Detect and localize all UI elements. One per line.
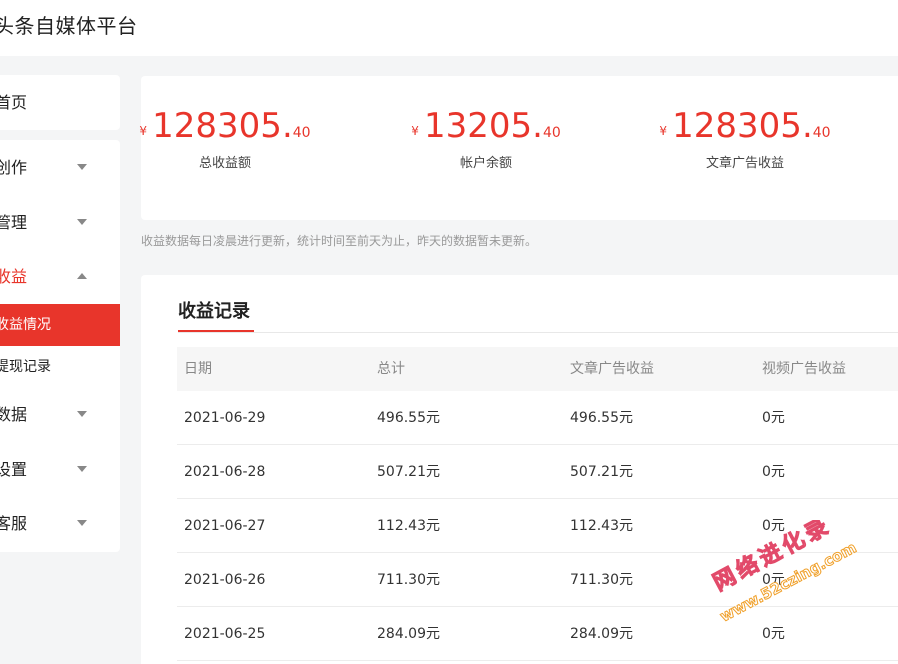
active-tab-underline: [178, 330, 254, 332]
sidebar-item-label: 客服: [0, 514, 28, 533]
sidebar-home-card: 首页: [0, 75, 120, 130]
sidebar-item-create[interactable]: 创作: [0, 148, 120, 188]
cell-date: 2021-06-25: [184, 626, 266, 642]
sidebar-item-label: 设置: [0, 460, 28, 479]
amount-integer: 13205: [423, 106, 533, 146]
stat-caption: 帐户余额: [459, 156, 512, 171]
sidebar-subitem-withdraw-records[interactable]: 提现记录: [0, 346, 120, 388]
income-records-card: 收益记录 日期 总计 文章广告收益 视频广告收益 2021-06-29 496.…: [141, 275, 898, 664]
sidebar-item-label: 首页: [0, 93, 28, 112]
currency-symbol: ¥: [411, 124, 419, 138]
cell-total: 507.21元: [377, 464, 440, 480]
cell-article-ad: 112.43元: [570, 518, 633, 534]
divider: [178, 332, 898, 333]
cell-date: 2021-06-27: [184, 518, 266, 534]
currency-symbol: ¥: [659, 124, 668, 138]
table-row: 2021-06-27 112.43元 112.43元 0元: [177, 499, 898, 553]
sidebar-item-settings[interactable]: 设置: [0, 450, 120, 490]
stat-amount: ¥ 128305.40: [635, 106, 855, 146]
update-notice: 收益数据每日凌晨进行更新，统计时间至前天为止，昨天的数据暂未更新。: [141, 234, 538, 248]
table-row: 2021-06-29 496.55元 496.55元 0元: [177, 391, 898, 445]
table-row: 2021-06-28 507.21元 507.21元 0元: [177, 445, 898, 499]
cell-video-ad: 0元: [762, 572, 785, 588]
stat-caption: 总收益额: [198, 156, 251, 171]
sidebar-item-home[interactable]: 首页: [0, 83, 120, 123]
cell-total: 496.55元: [377, 410, 440, 426]
stat-caption: 文章广告收益: [705, 156, 784, 171]
column-header-video-ad: 视频广告收益: [762, 361, 846, 377]
table-row: 2021-06-25 284.09元 284.09元 0元: [177, 607, 898, 661]
stat-total-income: ¥ 128305.40 总收益额: [115, 106, 335, 171]
sidebar-item-label: 管理: [0, 213, 28, 232]
income-stats-card: ¥ 128305.40 总收益额 ¥ 13205.40 帐户余额 ¥ 12830…: [139, 76, 898, 220]
column-header-article-ad: 文章广告收益: [570, 361, 654, 377]
amount-dot: .: [801, 106, 813, 146]
chevron-down-icon: [77, 164, 87, 170]
sidebar-item-label: 数据: [0, 405, 28, 424]
amount-dot: .: [281, 106, 293, 146]
cell-article-ad: 711.30元: [570, 572, 633, 588]
cell-date: 2021-06-29: [184, 410, 266, 426]
amount-integer: 128305: [672, 106, 802, 146]
sidebar-item-income[interactable]: 收益: [0, 257, 120, 297]
cell-article-ad: 507.21元: [570, 464, 633, 480]
cell-total: 112.43元: [377, 518, 440, 534]
sidebar-subitem-label: 收益情况: [0, 317, 51, 333]
chevron-down-icon: [77, 411, 87, 417]
table-row: 2021-06-26 711.30元 711.30元 0元: [177, 553, 898, 607]
cell-video-ad: 0元: [762, 518, 785, 534]
amount-dot: .: [532, 106, 543, 146]
stat-article-ad-income: ¥ 128305.40 文章广告收益: [635, 106, 855, 171]
sidebar-item-data[interactable]: 数据: [0, 395, 120, 435]
cell-video-ad: 0元: [762, 410, 785, 426]
stat-amount: ¥ 128305.40: [115, 106, 335, 146]
column-header-date: 日期: [184, 361, 212, 377]
sidebar-subitem-income-overview[interactable]: 收益情况: [0, 304, 120, 346]
chevron-down-icon: [77, 520, 87, 526]
cell-total: 284.09元: [377, 626, 440, 642]
chevron-down-icon: [77, 466, 87, 472]
cell-date: 2021-06-28: [184, 464, 266, 480]
sidebar-subitem-label: 提现记录: [0, 359, 51, 375]
stat-account-balance: ¥ 13205.40 帐户余额: [376, 106, 596, 171]
app-title: 头条自媒体平台: [0, 14, 138, 38]
sidebar-item-support[interactable]: 客服: [0, 504, 120, 544]
sidebar-item-manage[interactable]: 管理: [0, 203, 120, 243]
cell-video-ad: 0元: [762, 464, 785, 480]
chevron-up-icon: [77, 273, 87, 279]
amount-decimal: 40: [812, 125, 831, 141]
top-bar: 头条自媒体平台: [0, 0, 898, 56]
amount-decimal: 40: [292, 125, 311, 141]
sidebar-item-label: 创作: [0, 158, 28, 177]
cell-date: 2021-06-26: [184, 572, 266, 588]
sidebar-menu: 创作 管理 收益 收益情况 提现记录 数据 设置 客服: [0, 140, 120, 552]
cell-article-ad: 496.55元: [570, 410, 633, 426]
table-header: 日期 总计 文章广告收益 视频广告收益: [177, 347, 898, 391]
cell-total: 711.30元: [377, 572, 440, 588]
stat-amount: ¥ 13205.40: [376, 106, 596, 146]
column-header-total: 总计: [377, 361, 405, 377]
sidebar-item-label: 收益: [0, 267, 28, 286]
currency-symbol: ¥: [139, 124, 148, 138]
records-title: 收益记录: [178, 301, 250, 322]
amount-decimal: 40: [542, 125, 561, 141]
chevron-down-icon: [77, 219, 87, 225]
cell-article-ad: 284.09元: [570, 626, 633, 642]
cell-video-ad: 0元: [762, 626, 785, 642]
amount-integer: 128305: [152, 106, 282, 146]
